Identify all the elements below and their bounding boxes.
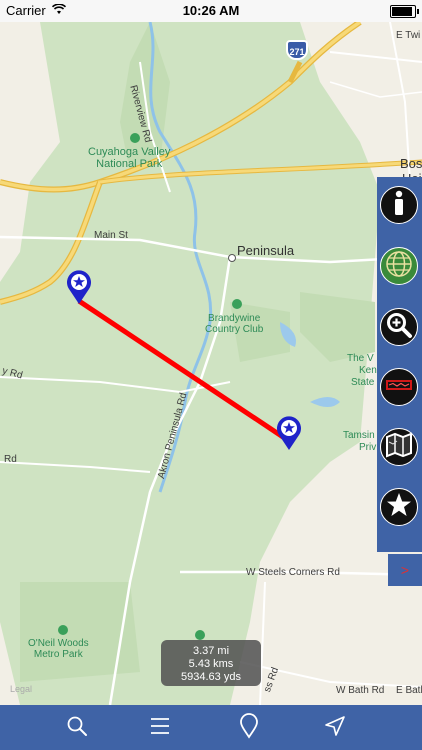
- highway-shield-icon: 271: [286, 40, 308, 60]
- poi-icon: [195, 630, 205, 640]
- legal-link[interactable]: Legal: [10, 684, 32, 694]
- ken-label: Ken: [359, 365, 377, 376]
- route-icon: [385, 374, 413, 401]
- side-toolbar: [377, 177, 422, 552]
- steels-corners-rd-label: W Steels Corners Rd: [246, 567, 340, 578]
- bos-label: Bos: [400, 156, 422, 171]
- priv-label: Priv: [359, 442, 377, 453]
- bottom-toolbar: [0, 705, 422, 750]
- zoom-icon: [385, 311, 413, 344]
- info-icon: [388, 190, 410, 221]
- location-icon: [324, 715, 346, 742]
- globe-icon: [385, 250, 413, 283]
- maps-button[interactable]: [380, 428, 418, 466]
- highway-number: 271: [289, 47, 305, 57]
- expand-panel-button[interactable]: >: [388, 554, 422, 586]
- pin-button[interactable]: [234, 712, 264, 744]
- e-bath-label: E Bath: [396, 685, 422, 696]
- star-icon: [386, 492, 412, 523]
- brandywine-label: Brandywine Country Club: [205, 313, 264, 335]
- town-dot-icon: [228, 254, 236, 262]
- search-button[interactable]: [62, 713, 92, 743]
- state-label: State: [351, 377, 375, 388]
- rd-left-label: Rd: [4, 454, 17, 465]
- menu-button[interactable]: [145, 713, 175, 743]
- bath-rd-label: W Bath Rd: [336, 685, 385, 696]
- search-icon: [66, 715, 88, 742]
- pin-icon: [238, 712, 260, 744]
- zoom-button[interactable]: [380, 308, 418, 346]
- park-label: Cuyahoga Valley National Park: [88, 146, 171, 170]
- peninsula-label: Peninsula: [237, 243, 295, 258]
- the-v-label: The V: [347, 353, 374, 364]
- distance-miles: 3.37 mi: [192, 645, 230, 657]
- map-icon: [385, 432, 413, 463]
- status-bar: Carrier 10:26 AM: [0, 0, 422, 22]
- tamsin-label: Tamsin: [343, 430, 375, 441]
- e-twi-label: E Twi: [396, 30, 421, 41]
- expand-label: >: [400, 562, 410, 578]
- park-icon: [130, 133, 140, 143]
- metro-park-icon: [58, 625, 68, 635]
- pin-end[interactable]: [276, 415, 302, 451]
- info-button[interactable]: [380, 186, 418, 224]
- route-button[interactable]: [380, 368, 418, 406]
- battery-icon: [390, 5, 419, 18]
- club-icon: [232, 299, 242, 309]
- distance-kms: 5.43 kms: [188, 658, 234, 670]
- distance-panel: 3.37 mi 5.43 kms 5934.63 yds: [161, 640, 261, 686]
- main-st-label: Main St: [94, 230, 128, 241]
- menu-icon: [149, 715, 171, 742]
- pin-start[interactable]: [66, 269, 92, 305]
- map-type-button[interactable]: [380, 247, 418, 285]
- clock-label: 10:26 AM: [182, 3, 240, 18]
- favorites-button[interactable]: [380, 488, 418, 526]
- map-view[interactable]: 271 Riverview Rd Cuyahoga Valley Nationa…: [0, 22, 422, 705]
- oneil-woods-label: O'Neil Woods Metro Park: [28, 638, 89, 660]
- distance-yds: 5934.63 yds: [181, 671, 241, 683]
- location-button[interactable]: [320, 713, 350, 743]
